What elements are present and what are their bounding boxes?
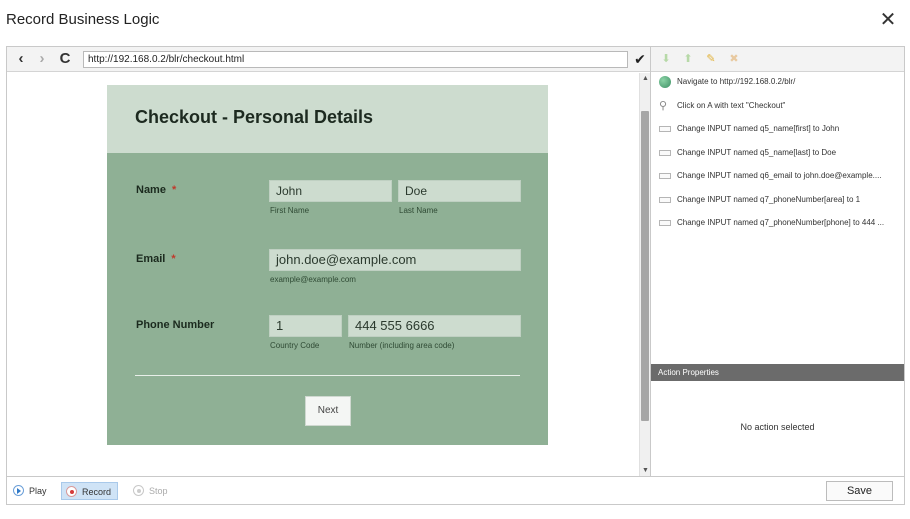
move-down-icon[interactable]: ⬇ <box>659 52 673 66</box>
action-item[interactable]: ⚲ Click on A with text "Checkout" <box>651 99 904 123</box>
action-item[interactable]: Change INPUT named q5_name[last] to Doe <box>651 146 904 170</box>
move-up-icon[interactable]: ⬆ <box>681 52 695 66</box>
form-divider <box>135 375 520 376</box>
edit-icon[interactable]: ✎ <box>704 52 718 66</box>
required-mark: * <box>171 184 177 196</box>
action-text: Change INPUT named q5_name[first] to Joh… <box>677 124 840 133</box>
form-title: Checkout - Personal Details <box>135 107 374 127</box>
url-input[interactable]: http://192.168.0.2/blr/checkout.html <box>83 51 628 68</box>
action-properties-header: Action Properties <box>651 364 904 381</box>
email-label-text: Email <box>136 253 166 265</box>
play-button[interactable]: Play <box>9 482 53 500</box>
browser-pane: ‹ › C http://192.168.0.2/blr/checkout.ht… <box>6 46 651 477</box>
action-item[interactable]: Navigate to http://192.168.0.2/blr/ <box>651 75 904 99</box>
country-code-input[interactable]: 1 <box>269 315 342 337</box>
scrollbar-thumb[interactable] <box>641 111 649 421</box>
action-item[interactable]: Change INPUT named q5_name[first] to Joh… <box>651 122 904 146</box>
stop-label: Stop <box>149 486 168 496</box>
last-name-input[interactable]: Doe <box>398 180 521 202</box>
dialog-title: Record Business Logic <box>6 11 160 28</box>
action-item[interactable]: Change INPUT named q7_phoneNumber[phone]… <box>651 216 904 240</box>
action-text: Change INPUT named q7_phoneNumber[area] … <box>677 194 861 204</box>
save-button[interactable]: Save <box>826 481 893 501</box>
input-field-icon <box>659 173 671 179</box>
action-text: Click on A with text "Checkout" <box>677 100 786 110</box>
stop-icon <box>133 485 144 496</box>
browser-toolbar: ‹ › C http://192.168.0.2/blr/checkout.ht… <box>7 47 650 72</box>
next-button[interactable]: Next <box>305 396 351 426</box>
close-icon[interactable]: ✕ <box>878 10 898 30</box>
record-label: Record <box>82 487 112 497</box>
action-text: Navigate to http://192.168.0.2/blr/ <box>677 77 796 86</box>
last-name-hint: Last Name <box>399 206 438 215</box>
name-label: Name * <box>136 184 176 196</box>
record-button[interactable]: Record <box>61 482 119 500</box>
form-header: Checkout - Personal Details <box>107 85 548 153</box>
scroll-up-icon[interactable]: ▲ <box>642 75 649 82</box>
back-icon[interactable]: ‹ <box>13 50 29 68</box>
country-code-hint: Country Code <box>270 341 320 350</box>
phone-number-input[interactable]: 444 555 6666 <box>348 315 521 337</box>
bottom-toolbar: Play Record Stop Save <box>6 477 905 505</box>
action-item[interactable]: Change INPUT named q7_phoneNumber[area] … <box>651 193 904 217</box>
cursor-icon: ⚲ <box>659 99 668 112</box>
input-field-icon <box>659 196 671 203</box>
action-text: Change INPUT named q6_email to john.doe@… <box>677 171 882 180</box>
play-icon <box>13 485 24 496</box>
delete-icon[interactable]: ✖ <box>727 52 741 66</box>
no-action-selected-text: No action selected <box>740 422 815 432</box>
actions-toolbar: ⬇ ⬆ ✎ ✖ <box>651 47 904 72</box>
actions-pane: ⬇ ⬆ ✎ ✖ Navigate to http://192.168.0.2/b… <box>651 46 905 477</box>
browser-viewport: Checkout - Personal Details Name * John F… <box>7 73 639 476</box>
reload-icon[interactable]: C <box>57 50 73 68</box>
phone-number-hint: Number (including area code) <box>349 341 455 350</box>
name-label-text: Name <box>136 184 166 196</box>
phone-label: Phone Number <box>136 319 215 331</box>
vertical-scrollbar[interactable]: ▲ ▼ <box>639 73 650 476</box>
record-icon <box>66 486 77 497</box>
action-text: Change INPUT named q7_phoneNumber[phone]… <box>677 218 885 227</box>
scroll-down-icon[interactable]: ▼ <box>642 467 649 474</box>
email-input[interactable]: john.doe@example.com <box>269 249 521 271</box>
checkmark-icon[interactable]: ✔ <box>632 50 648 68</box>
action-text: Change INPUT named q5_name[last] to Doe <box>677 147 837 157</box>
stop-button[interactable]: Stop <box>129 482 174 500</box>
input-field-icon <box>659 220 671 226</box>
first-name-hint: First Name <box>270 206 310 215</box>
action-item[interactable]: Change INPUT named q6_email to john.doe@… <box>651 169 904 193</box>
globe-icon <box>659 76 671 88</box>
action-properties-panel: No action selected <box>651 381 904 477</box>
email-label: Email * <box>136 253 176 265</box>
forward-icon[interactable]: › <box>34 50 50 68</box>
first-name-input[interactable]: John <box>269 180 392 202</box>
actions-list: Navigate to http://192.168.0.2/blr/ ⚲ Cl… <box>651 75 904 240</box>
play-label: Play <box>29 486 47 496</box>
required-mark: * <box>171 253 176 265</box>
input-field-icon <box>659 149 671 156</box>
checkout-form: Checkout - Personal Details Name * John F… <box>107 85 548 445</box>
input-field-icon <box>659 126 671 132</box>
email-hint: example@example.com <box>270 275 356 284</box>
